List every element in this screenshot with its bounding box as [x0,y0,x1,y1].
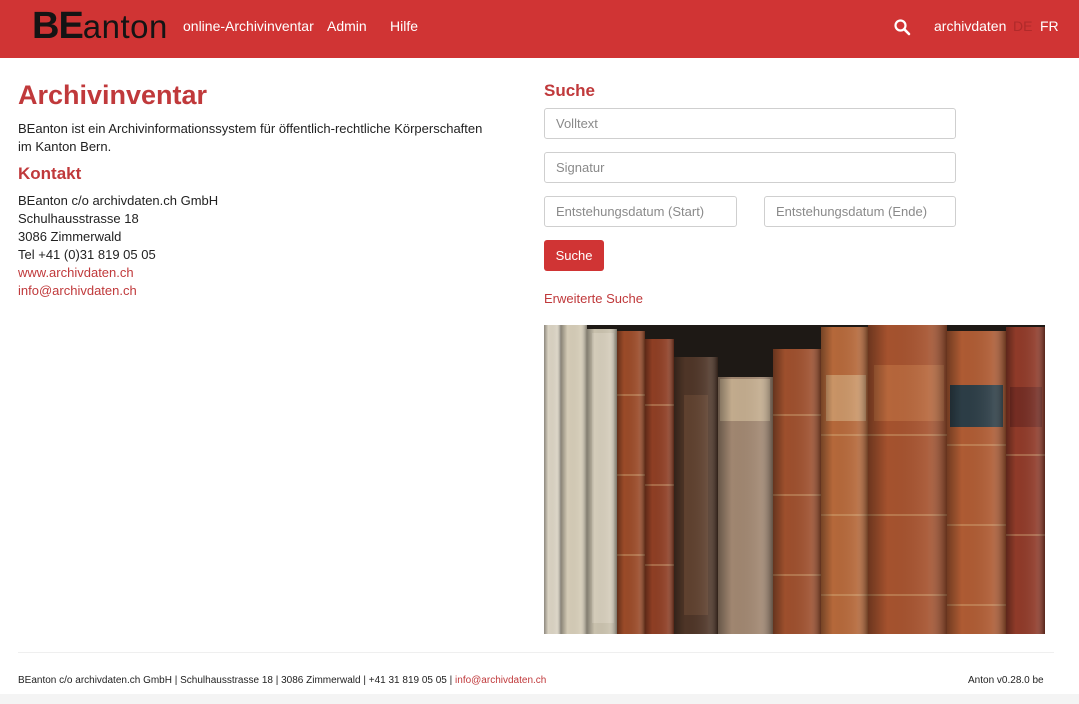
footer-email-link[interactable]: info@archivdaten.ch [455,675,546,686]
nav-online-archivinventar[interactable]: online-Archivinventar [183,18,314,34]
footer-address-text: BEanton c/o archivdaten.ch GmbH | Schulh… [18,675,456,686]
search-title: Suche [544,81,596,100]
date-start-input[interactable] [544,196,737,227]
nav-admin[interactable]: Admin [327,18,367,34]
intro-text: BEanton ist ein Archivinformationssystem… [18,121,483,154]
app-version: Anton v0.28.0 be [968,675,1044,686]
contact-city: 3086 Zimmerwald [18,229,122,244]
contact-email-link[interactable]: info@archivdaten.ch [18,283,137,298]
lang-fr[interactable]: FR [1040,18,1059,34]
contact-title: Kontakt [18,164,82,183]
bottom-band [0,694,1079,704]
advanced-search-link[interactable]: Erweiterte Suche [544,291,643,306]
top-navbar: BEanton online-Archivinventar Admin Hilf… [0,0,1079,58]
footer-address: BEanton c/o archivdaten.ch GmbH | Schulh… [18,675,546,686]
nav-hilfe[interactable]: Hilfe [390,18,418,34]
brand-logo[interactable]: BEanton [32,6,168,54]
search-icon[interactable] [893,18,911,36]
user-menu[interactable]: archivdaten [934,18,1006,34]
page-title: Archivinventar [18,80,208,110]
archive-books-image [544,325,1045,634]
logo-rest-part: anton [82,8,168,45]
signature-input[interactable] [544,152,956,183]
contact-phone: Tel +41 (0)31 819 05 05 [18,247,156,262]
date-end-input[interactable] [764,196,956,227]
search-button[interactable]: Suche [544,240,604,271]
contact-website-link[interactable]: www.archivdaten.ch [18,265,134,280]
contact-company: BEanton c/o archivdaten.ch GmbH [18,193,219,208]
logo-bold-part: BE [32,5,84,47]
footer-divider [18,652,1054,653]
fulltext-input[interactable] [544,108,956,139]
contact-street: Schulhausstrasse 18 [18,211,139,226]
lang-de[interactable]: DE [1013,18,1032,34]
